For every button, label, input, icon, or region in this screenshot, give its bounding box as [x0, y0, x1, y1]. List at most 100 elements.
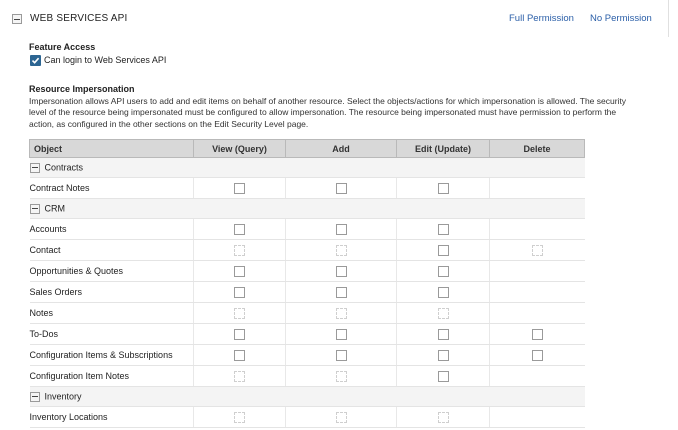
object-name: Sales Orders — [29, 281, 194, 303]
view-checkbox[interactable] — [234, 411, 245, 423]
column-header-view[interactable]: View (Query) — [193, 139, 286, 158]
edit-checkbox[interactable] — [437, 265, 449, 277]
edit-checkbox[interactable] — [437, 182, 449, 194]
group-cell: Inventory — [29, 386, 194, 407]
edit-checkbox[interactable] — [437, 349, 449, 361]
group-cell: CRM — [29, 198, 194, 219]
group-label: Contracts — [44, 162, 84, 173]
column-header-object[interactable]: Object — [29, 139, 194, 158]
edit-checkbox[interactable] — [437, 370, 449, 382]
view-cell — [193, 323, 286, 345]
table-row: Sales Orders — [29, 281, 585, 303]
section-header: WEB SERVICES API Full Permission No Perm… — [0, 0, 669, 37]
no-permission-link[interactable]: No Permission — [590, 13, 652, 24]
edit-cell — [396, 406, 490, 428]
column-header-add[interactable]: Add — [285, 139, 397, 158]
column-header-delete[interactable]: Delete — [489, 139, 585, 158]
full-permission-link[interactable]: Full Permission — [509, 13, 574, 24]
add-cell — [285, 218, 397, 240]
column-header-edit[interactable]: Edit (Update) — [396, 139, 490, 158]
resource-impersonation-title: Resource Impersonation — [29, 84, 135, 94]
delete-cell — [489, 239, 585, 261]
section-title: WEB SERVICES API — [30, 13, 128, 24]
add-checkbox[interactable] — [335, 286, 347, 298]
add-checkbox[interactable] — [335, 370, 347, 382]
group-label: Inventory — [44, 391, 82, 402]
collapse-icon[interactable] — [29, 162, 40, 173]
view-cell — [193, 177, 286, 199]
delete-cell — [489, 281, 585, 303]
web-services-login-label: Can login to Web Services API — [44, 55, 167, 65]
delete-checkbox[interactable] — [531, 328, 543, 340]
delete-cell — [489, 323, 585, 345]
view-checkbox[interactable] — [234, 244, 245, 256]
table-body: Contracts Contract Notes CRM Accounts Contac… — [29, 157, 585, 428]
group-row: CRM — [29, 198, 585, 219]
edit-checkbox[interactable] — [437, 411, 449, 423]
collapse-icon[interactable] — [29, 203, 40, 214]
view-checkbox[interactable] — [234, 370, 245, 382]
add-checkbox[interactable] — [335, 265, 347, 277]
table-row: Opportunities & Quotes — [29, 260, 585, 282]
delete-checkbox[interactable] — [531, 349, 543, 361]
view-checkbox[interactable] — [234, 286, 245, 298]
delete-cell — [489, 260, 585, 282]
add-checkbox[interactable] — [335, 328, 347, 340]
delete-cell — [489, 406, 585, 428]
table-row: Notes — [29, 302, 585, 324]
view-checkbox[interactable] — [234, 328, 245, 340]
table-header-row: Object View (Query) Add Edit (Update) De… — [29, 139, 585, 158]
delete-checkbox[interactable] — [531, 244, 543, 256]
web-services-login-checkbox[interactable] — [30, 55, 41, 66]
add-cell — [285, 281, 397, 303]
add-checkbox[interactable] — [335, 223, 347, 235]
view-checkbox[interactable] — [234, 307, 245, 319]
add-cell — [285, 406, 397, 428]
edit-checkbox[interactable] — [437, 244, 449, 256]
edit-checkbox[interactable] — [437, 307, 449, 319]
object-name: Configuration Item Notes — [29, 365, 194, 387]
collapse-icon[interactable] — [12, 14, 22, 24]
group-label: CRM — [44, 203, 66, 214]
table-row: Inventory Locations — [29, 406, 585, 428]
add-checkbox[interactable] — [335, 349, 347, 361]
edit-checkbox[interactable] — [437, 223, 449, 235]
edit-cell — [396, 365, 490, 387]
edit-cell — [396, 239, 490, 261]
add-cell — [285, 344, 397, 366]
table-row: Contact — [29, 239, 585, 261]
delete-cell — [489, 344, 585, 366]
resource-impersonation-description: Impersonation allows API users to add an… — [29, 96, 627, 129]
add-cell — [285, 302, 397, 324]
view-cell — [193, 302, 286, 324]
edit-cell — [396, 218, 490, 240]
object-name: To-Dos — [29, 323, 194, 345]
view-cell — [193, 406, 286, 428]
view-checkbox[interactable] — [234, 182, 245, 194]
add-checkbox[interactable] — [335, 182, 347, 194]
collapse-icon[interactable] — [29, 391, 40, 402]
object-name: Contract Notes — [29, 177, 194, 199]
object-name: Notes — [29, 302, 194, 324]
edit-cell — [396, 177, 490, 199]
edit-cell — [396, 281, 490, 303]
view-checkbox[interactable] — [234, 265, 245, 277]
add-cell — [285, 323, 397, 345]
view-cell — [193, 239, 286, 261]
edit-cell — [396, 302, 490, 324]
group-row: Inventory — [29, 386, 585, 407]
add-checkbox[interactable] — [335, 307, 347, 319]
object-name: Inventory Locations — [29, 406, 194, 428]
add-cell — [285, 260, 397, 282]
table-row: Accounts — [29, 218, 585, 240]
object-name: Configuration Items & Subscriptions — [29, 344, 194, 366]
view-checkbox[interactable] — [234, 349, 245, 361]
view-cell — [193, 281, 286, 303]
view-checkbox[interactable] — [234, 223, 245, 235]
edit-checkbox[interactable] — [437, 328, 449, 340]
edit-cell — [396, 323, 490, 345]
add-checkbox[interactable] — [335, 411, 347, 423]
add-checkbox[interactable] — [335, 244, 347, 256]
edit-cell — [396, 344, 490, 366]
edit-checkbox[interactable] — [437, 286, 449, 298]
